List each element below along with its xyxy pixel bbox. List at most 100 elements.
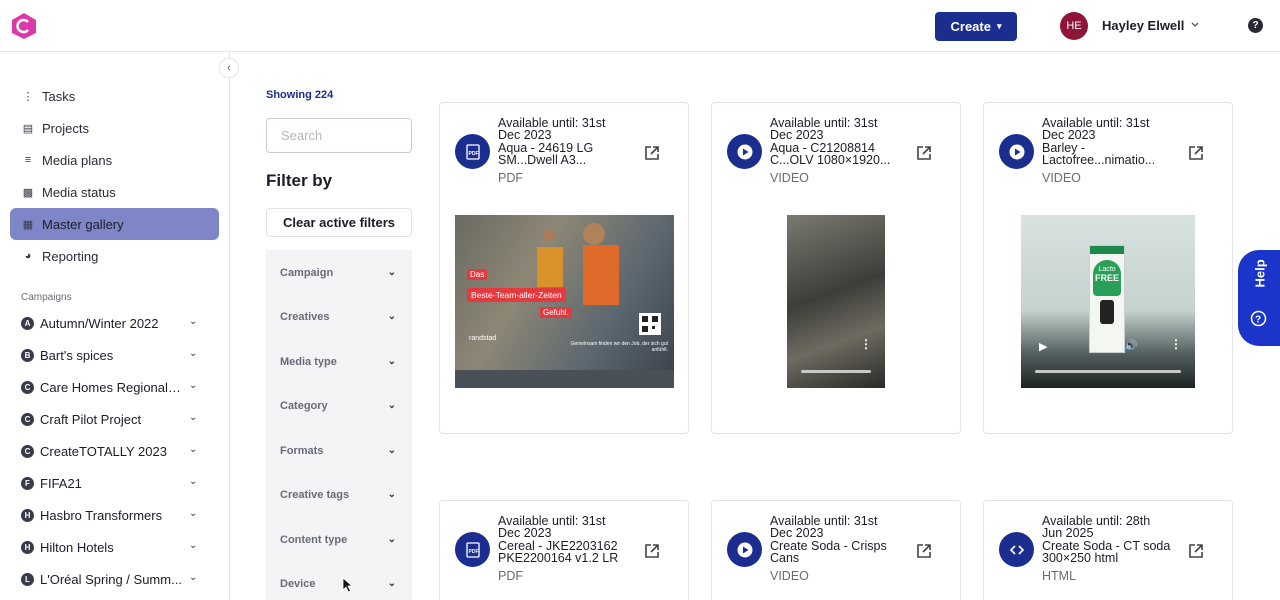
brand-logo: randstad (469, 335, 497, 342)
asset-title: Aqua - 24619 LG SM...Dwell A3... (498, 141, 594, 167)
chevron-down-icon[interactable]: ⌄ (189, 476, 197, 487)
collapse-sidebar-button[interactable]: ‹ (219, 58, 239, 78)
campaign-item[interactable]: H Hilton Hotels ⌄ (21, 537, 201, 557)
qr-code-icon (639, 313, 661, 335)
chevron-down-icon[interactable]: ⌄ (189, 348, 197, 359)
campaign-item[interactable]: A Autumn/Winter 2022 ⌄ (21, 313, 201, 333)
campaign-label: Craft Pilot Project (40, 411, 142, 427)
chevron-down-icon[interactable]: ⌄ (189, 572, 197, 583)
volume-icon[interactable]: 🔊 (1124, 339, 1138, 352)
person-vest (583, 245, 619, 305)
asset-card[interactable]: PDF Available until: 31st Dec 2023 Cerea… (439, 500, 689, 600)
chevron-down-icon[interactable]: ⌄ (189, 540, 197, 551)
search-input[interactable]: Search (266, 118, 412, 153)
open-external-icon[interactable] (643, 542, 661, 560)
campaign-item[interactable]: B Bart's spices ⌄ (21, 345, 201, 365)
campaign-item[interactable]: L L'Oréal Spring / Summ... ⌄ (21, 569, 201, 589)
sidebar-item-label: Media plans (42, 152, 113, 168)
asset-type: VIDEO (770, 569, 809, 583)
open-external-icon[interactable] (643, 144, 661, 162)
video-thumbnail[interactable]: ⋮ (787, 215, 885, 388)
chevron-down-icon: ⌄ (387, 400, 396, 411)
campaign-item[interactable]: F FIFA21 ⌄ (21, 473, 201, 493)
filter-category[interactable]: Category ⌄ (280, 398, 396, 414)
asset-card[interactable]: PDF Available until: 31st Dec 2023 Aqua … (439, 102, 689, 434)
open-external-icon[interactable] (1187, 144, 1205, 162)
filter-campaign[interactable]: Campaign ⌄ (280, 265, 396, 281)
filter-label: Category (280, 400, 328, 412)
video-progress-bar[interactable] (1035, 370, 1181, 373)
campaign-label: Bart's spices (40, 347, 114, 363)
asset-type: VIDEO (1042, 171, 1081, 185)
sidebar-item-master-gallery[interactable]: ▦ Master gallery (10, 208, 219, 240)
user-name[interactable]: Hayley Elwell (1102, 18, 1184, 33)
asset-type: VIDEO (770, 171, 809, 185)
filter-label: Device (280, 578, 316, 590)
play-icon[interactable]: ▶ (1039, 340, 1047, 353)
top-bar: Create ▾ HE Hayley Elwell ? (0, 0, 1280, 52)
video-progress-bar[interactable] (801, 370, 871, 373)
filter-creative-tags[interactable]: Creative tags ⌄ (280, 487, 396, 503)
campaign-label: Hasbro Transformers (40, 507, 163, 523)
video-thumbnail[interactable]: Lacto FREE ▶ 🔊 ⋮ (1021, 215, 1195, 388)
create-button[interactable]: Create ▾ (935, 12, 1017, 41)
filter-label: Campaign (280, 267, 334, 279)
campaign-badge: B (21, 348, 34, 362)
campaign-item[interactable]: C Care Homes Regional ... ⌄ (21, 377, 201, 397)
play-icon (727, 134, 762, 169)
gallery-icon: ▦ (22, 218, 34, 231)
chevron-down-icon[interactable]: ⌄ (189, 412, 197, 423)
avatar[interactable]: HE (1060, 12, 1088, 40)
filter-label: Creative tags (280, 489, 350, 501)
app-logo-icon[interactable] (10, 12, 38, 40)
filter-label: Media type (280, 356, 337, 368)
filter-media-type[interactable]: Media type ⌄ (280, 354, 396, 370)
asset-card[interactable]: Available until: 31st Dec 2023 Create So… (711, 500, 961, 600)
sidebar-item-reporting[interactable]: ◕ Reporting (10, 240, 219, 272)
person-vest (537, 247, 563, 287)
sidebar-item-tasks[interactable]: ⋮ Tasks (10, 80, 219, 112)
open-external-icon[interactable] (915, 144, 933, 162)
chevron-down-icon: ⌄ (387, 445, 396, 456)
chevron-down-icon: ⌄ (387, 578, 396, 589)
asset-card[interactable]: Available until: 28th Jun 2025 Create So… (983, 500, 1233, 600)
chevron-down-icon[interactable]: ⌄ (189, 508, 197, 519)
campaign-badge: C (21, 444, 34, 458)
thumbnail-tag: Das (467, 269, 488, 280)
chevron-down-icon[interactable]: ⌄ (189, 316, 197, 327)
chevron-down-icon[interactable]: ⌄ (189, 444, 197, 455)
campaign-item[interactable]: C Craft Pilot Project ⌄ (21, 409, 201, 429)
sidebar-item-label: Tasks (42, 88, 76, 104)
filter-content-type[interactable]: Content type ⌄ (280, 532, 396, 548)
asset-thumbnail[interactable]: Das Beste-Team-aller-Zeiten Gefuhl. rand… (455, 215, 674, 388)
asset-card[interactable]: Available until: 31st Dec 2023 Aqua - C2… (711, 102, 961, 434)
filter-device[interactable]: Device ⌄ (280, 576, 396, 592)
thumbnail-tag: Gefuhl. (540, 307, 572, 318)
campaign-item[interactable]: C CreateTOTALLY 2023 ⌄ (21, 441, 201, 461)
campaign-item[interactable]: H Hasbro Transformers ⌄ (21, 505, 201, 525)
asset-card[interactable]: Available until: 31st Dec 2023 Barley - … (983, 102, 1233, 434)
projects-icon: ▤ (22, 122, 34, 135)
open-external-icon[interactable] (1187, 542, 1205, 560)
chevron-down-icon[interactable]: ⌄ (189, 380, 197, 391)
help-tab[interactable]: Help ? (1238, 250, 1280, 346)
help-icon[interactable]: ? (1248, 18, 1263, 33)
filter-creatives[interactable]: Creatives ⌄ (280, 309, 396, 325)
filter-formats[interactable]: Formats ⌄ (280, 443, 396, 459)
media-plans-icon: ≡ (24, 154, 32, 166)
sidebar-item-media-status[interactable]: ▩ Media status (10, 176, 219, 208)
availability-text: Available until: 28th Jun 2025 (1042, 514, 1151, 540)
filter-label: Content type (280, 534, 348, 546)
availability-text: Available until: 31st Dec 2023 (770, 116, 878, 142)
more-options-icon[interactable]: ⋮ (860, 337, 872, 351)
more-options-icon[interactable]: ⋮ (1170, 337, 1182, 351)
chevron-down-icon[interactable] (1190, 18, 1200, 32)
clear-filters-button[interactable]: Clear active filters (266, 208, 412, 237)
availability-text: Available until: 31st Dec 2023 (498, 116, 606, 142)
open-external-icon[interactable] (915, 542, 933, 560)
reporting-icon: ◕ (24, 250, 32, 262)
sidebar-item-projects[interactable]: ▤ Projects (10, 112, 219, 144)
create-button-label: Create (950, 19, 991, 34)
availability-text: Available until: 31st Dec 2023 (770, 514, 878, 540)
sidebar-item-media-plans[interactable]: ≡ Media plans (10, 144, 219, 176)
